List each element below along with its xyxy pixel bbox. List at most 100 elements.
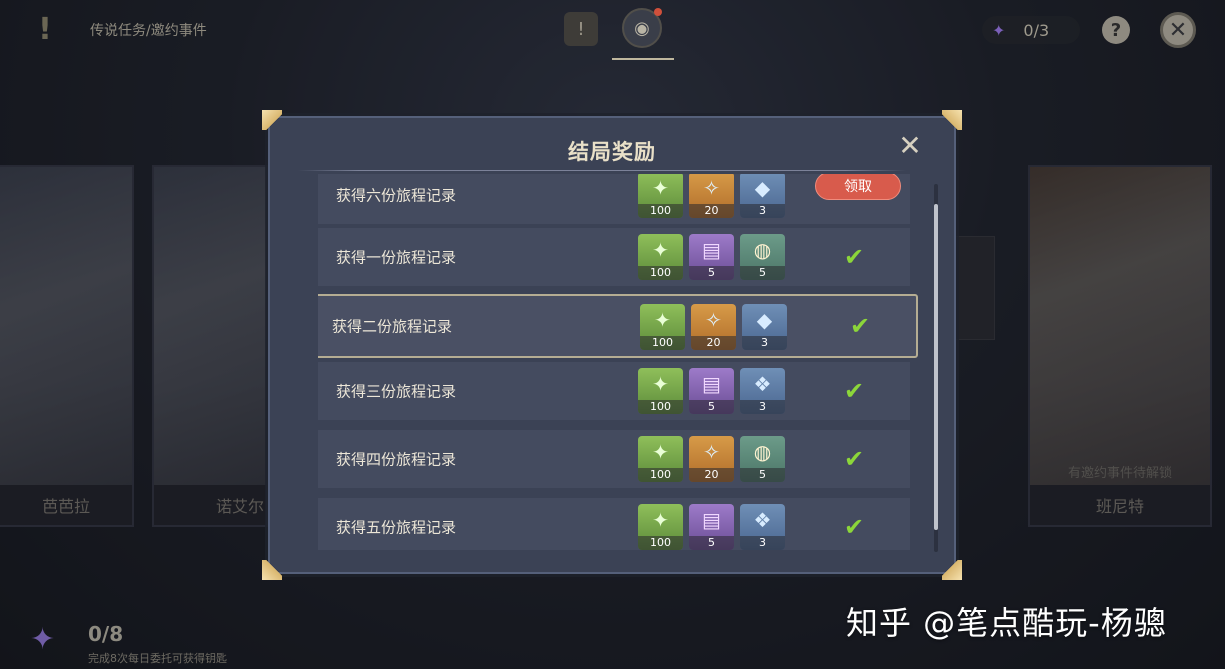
top-bar: ! 传说任务/邀约事件 ! ◉ ✦ 0/3 ? ✕	[0, 0, 1225, 60]
reward-item[interactable]: ✦ 100	[638, 436, 683, 482]
close-dialog-button[interactable]: ✕	[896, 132, 924, 160]
reward-items: ✦ 100 ✧ 20 ◆ 3	[640, 304, 787, 350]
reward-row-label: 获得三份旅程记录	[336, 382, 457, 401]
adventure-exp-icon: ✦	[652, 440, 669, 464]
key-icon: ✦	[30, 622, 56, 657]
reward-item[interactable]: ❖ 3	[740, 504, 785, 550]
reward-row[interactable]: 获得四份旅程记录 ✦ 100 ✧ 20 ◍ 5 ✔	[318, 430, 910, 488]
scrollbar-thumb[interactable]	[934, 204, 938, 530]
reward-item[interactable]: ◆ 3	[740, 174, 785, 218]
adventure-exp-icon: ✦	[654, 308, 671, 332]
corner-ornament	[262, 110, 282, 130]
key-icon: ✦	[992, 20, 1006, 40]
reward-quantity: 5	[689, 266, 734, 280]
dish-icon: ◍	[753, 440, 772, 464]
adventure-exp-icon: ✦	[652, 508, 669, 532]
corner-ornament	[262, 560, 282, 580]
adventure-exp-icon: ✦	[652, 372, 669, 396]
reward-item[interactable]: ❖ 3	[740, 368, 785, 414]
ending-rewards-dialog: 结局奖励 ✕ 获得六份旅程记录 ✦ 100 ✧ 20 ◆ 3 领取 获得一份旅程记录 ✦ 100 ▤ 5…	[262, 110, 956, 574]
claimed-check-icon: ✔	[844, 445, 865, 473]
primogem-icon: ✧	[703, 440, 720, 464]
exp-book-icon: ▤	[702, 372, 721, 396]
reward-item[interactable]: ✧ 20	[691, 304, 736, 350]
corner-ornament	[942, 110, 962, 130]
reward-row[interactable]: 获得六份旅程记录 ✦ 100 ✧ 20 ◆ 3 领取	[318, 174, 910, 224]
breadcrumb: 传说任务/邀约事件	[90, 23, 207, 39]
legend-quest-icon: !	[38, 11, 52, 47]
reward-row-label: 获得五份旅程记录	[336, 518, 457, 537]
reward-row[interactable]: 获得二份旅程记录 ✦ 100 ✧ 20 ◆ 3 ✔	[318, 294, 918, 358]
reward-quantity: 100	[638, 204, 683, 218]
crystal-icon: ❖	[753, 508, 772, 532]
primogem-icon: ✧	[703, 176, 720, 200]
key-count: 0/3	[1023, 20, 1050, 40]
reward-item[interactable]: ✦ 100	[638, 174, 683, 218]
claimed-check-icon: ✔	[844, 243, 865, 271]
reward-items: ✦ 100 ▤ 5 ❖ 3	[638, 368, 785, 414]
reward-row-label: 获得一份旅程记录	[336, 248, 457, 267]
corner-ornament	[942, 560, 962, 580]
reward-quantity: 20	[691, 336, 736, 350]
claimed-check-icon: ✔	[850, 312, 871, 340]
claim-button[interactable]: 领取	[815, 174, 901, 200]
reward-item[interactable]: ✦ 100	[638, 368, 683, 414]
reward-quantity: 100	[638, 266, 683, 280]
keys-hint: 完成8次每日委托可获得钥匙	[88, 652, 227, 665]
reward-quantity: 5	[740, 468, 785, 482]
reward-quantity: 20	[689, 204, 734, 218]
reward-items: ✦ 100 ▤ 5 ❖ 3	[638, 504, 785, 550]
reward-quantity: 3	[740, 400, 785, 414]
crystal-icon: ❖	[753, 372, 772, 396]
mystic-ore-icon: ◆	[756, 308, 773, 332]
eye-icon: ◉	[634, 17, 650, 39]
reward-quantity: 100	[638, 536, 683, 550]
dialog-title: 结局奖励	[568, 140, 656, 164]
claimed-check-icon: ✔	[844, 513, 865, 541]
reward-item[interactable]: ▤ 5	[689, 368, 734, 414]
dish-icon: ◍	[753, 238, 772, 262]
reward-items: ✦ 100 ✧ 20 ◍ 5	[638, 436, 785, 482]
reward-quantity: 100	[638, 468, 683, 482]
primogem-icon: ✧	[705, 308, 722, 332]
watermark: 知乎 @笔点酷玩-杨骢	[846, 604, 1167, 642]
reward-row-label: 获得六份旅程记录	[336, 186, 457, 205]
reward-item[interactable]: ◍ 5	[740, 234, 785, 280]
reward-quantity: 3	[740, 204, 785, 218]
reward-quantity: 5	[740, 266, 785, 280]
claimed-check-icon: ✔	[844, 377, 865, 405]
reward-quantity: 100	[638, 400, 683, 414]
reward-item[interactable]: ✧ 20	[689, 174, 734, 218]
reward-row-label: 获得二份旅程记录	[332, 317, 453, 336]
reward-item[interactable]: ◆ 3	[742, 304, 787, 350]
reward-item[interactable]: ✦ 100	[638, 504, 683, 550]
quest-book-tab-icon[interactable]: !	[564, 12, 598, 46]
reward-row[interactable]: 获得一份旅程记录 ✦ 100 ▤ 5 ◍ 5 ✔	[318, 228, 910, 286]
active-tab-indicator	[612, 58, 674, 60]
keys-progress: 0/8	[88, 622, 124, 646]
exp-book-icon: ▤	[702, 508, 721, 532]
notification-dot	[654, 8, 662, 16]
reward-row-label: 获得四份旅程记录	[336, 450, 457, 469]
title-divider	[298, 170, 906, 171]
reward-row[interactable]: 获得五份旅程记录 ✦ 100 ▤ 5 ❖ 3 ✔	[318, 498, 910, 550]
help-button[interactable]: ?	[1102, 16, 1130, 44]
reward-quantity: 20	[689, 468, 734, 482]
reward-item[interactable]: ✦ 100	[640, 304, 685, 350]
close-screen-button[interactable]: ✕	[1160, 12, 1196, 48]
reward-row[interactable]: 获得三份旅程记录 ✦ 100 ▤ 5 ❖ 3 ✔	[318, 362, 910, 420]
mystic-ore-icon: ◆	[754, 176, 771, 200]
reward-item[interactable]: ✦ 100	[638, 234, 683, 280]
reward-item[interactable]: ✧ 20	[689, 436, 734, 482]
scrollbar[interactable]	[934, 184, 938, 552]
reward-items: ✦ 100 ✧ 20 ◆ 3	[638, 174, 785, 218]
invitation-tab-icon[interactable]: ◉	[622, 8, 662, 48]
reward-items: ✦ 100 ▤ 5 ◍ 5	[638, 234, 785, 280]
reward-item[interactable]: ◍ 5	[740, 436, 785, 482]
reward-item[interactable]: ▤ 5	[689, 504, 734, 550]
reward-item[interactable]: ▤ 5	[689, 234, 734, 280]
adventure-exp-icon: ✦	[652, 176, 669, 200]
reward-list[interactable]: 获得六份旅程记录 ✦ 100 ✧ 20 ◆ 3 领取 获得一份旅程记录 ✦ 100 ▤ 5 ◍ 5 ✔ 获得二份…	[318, 174, 918, 550]
reward-quantity: 5	[689, 536, 734, 550]
exp-book-icon: ▤	[702, 238, 721, 262]
